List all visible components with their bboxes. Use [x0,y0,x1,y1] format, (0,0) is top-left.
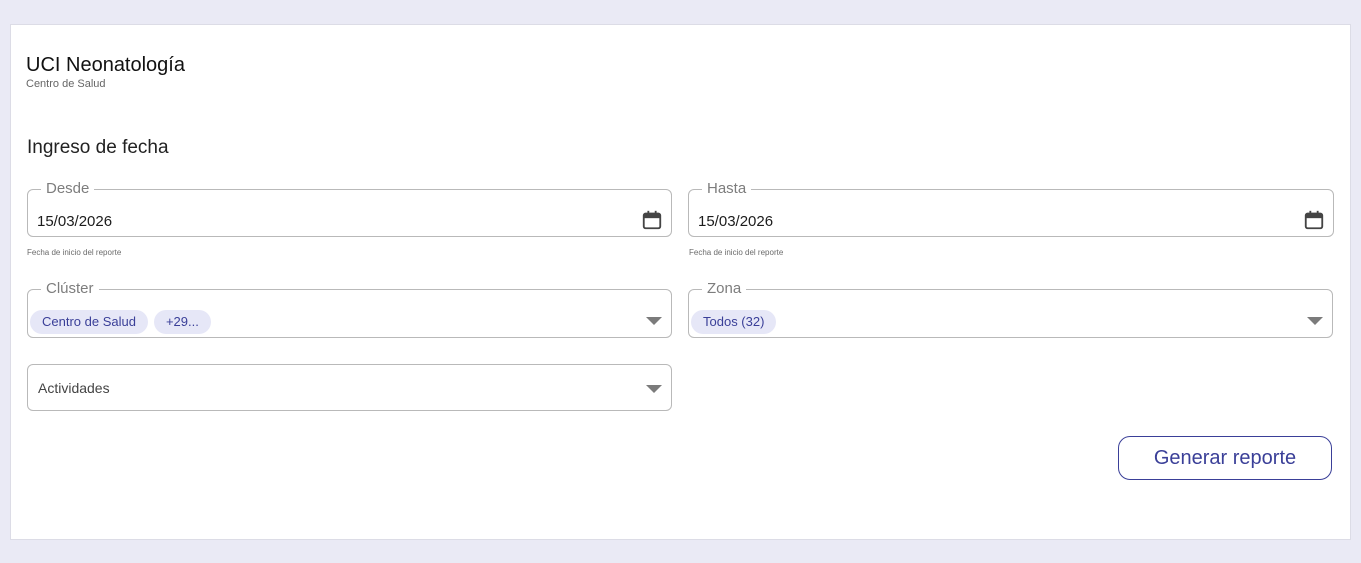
chevron-down-icon[interactable] [646,385,662,393]
calendar-icon[interactable] [641,209,663,231]
cluster-more-chip[interactable]: +29... [153,310,211,334]
zone-label: Zona [707,280,742,297]
date-from-value: 15/03/2026 [37,213,113,230]
date-from-field[interactable]: Desde 15/03/2026 [27,181,672,237]
activities-placeholder: Actividades [38,380,110,396]
date-from-helper: Fecha de inicio del reporte [27,248,122,257]
cluster-chip[interactable]: Centro de Salud [30,310,148,334]
date-from-label: Desde [46,180,90,197]
chevron-down-icon[interactable] [1307,317,1323,325]
date-to-label: Hasta [707,180,747,197]
date-to-value: 15/03/2026 [698,213,774,230]
date-to-field[interactable]: Hasta 15/03/2026 [688,181,1334,237]
cluster-select[interactable]: Clúster Centro de Salud +29... [27,281,672,338]
section-title: Ingreso de fecha [27,137,169,158]
zone-select[interactable]: Zona Todos (32) [688,281,1333,338]
generate-report-button[interactable]: Generar reporte [1118,436,1332,480]
activities-select[interactable]: Actividades [27,364,672,411]
date-to-helper: Fecha de inicio del reporte [689,248,784,257]
zone-chip[interactable]: Todos (32) [691,310,777,334]
page-subtitle: Centro de Salud [26,78,106,90]
page-title: UCI Neonatología [26,54,185,76]
chevron-down-icon[interactable] [646,317,662,325]
cluster-label: Clúster [46,280,94,297]
calendar-icon[interactable] [1303,209,1325,231]
